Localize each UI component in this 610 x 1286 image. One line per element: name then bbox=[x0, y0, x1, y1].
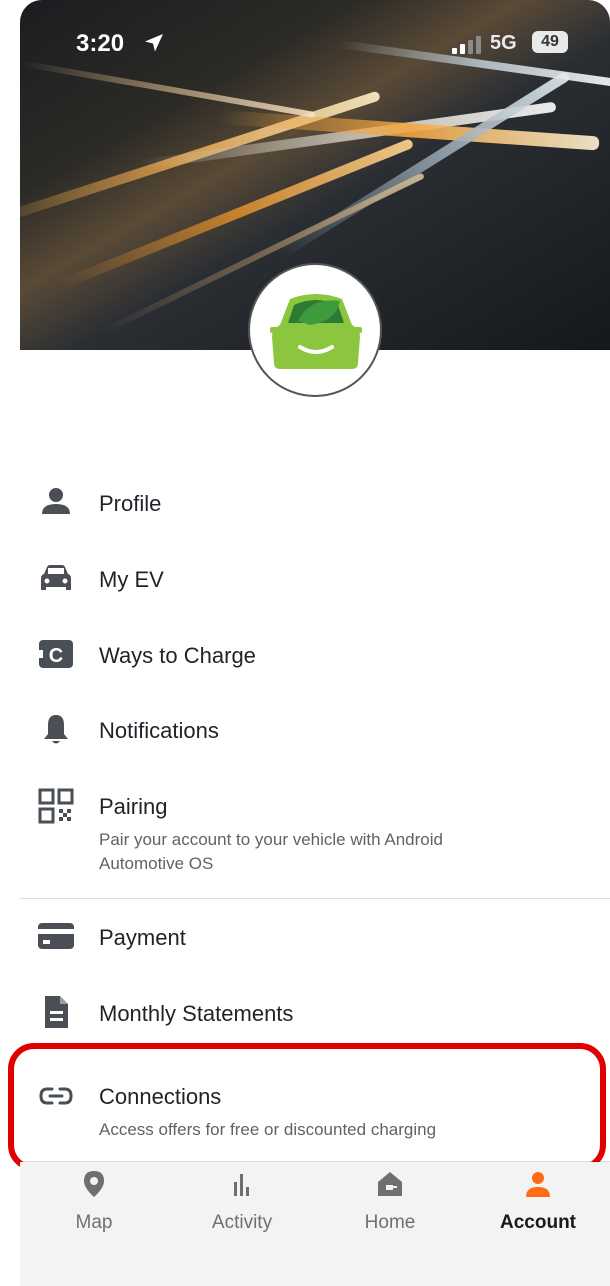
menu-item-label: Pairing bbox=[99, 794, 168, 819]
map-pin-icon bbox=[84, 1171, 104, 1197]
menu-item-subtitle: Pair your account to your vehicle with A… bbox=[99, 830, 443, 873]
document-icon bbox=[45, 996, 68, 1028]
menu-item-label: Profile bbox=[99, 491, 162, 516]
menu-item-label: My EV bbox=[99, 567, 164, 592]
bell-icon bbox=[44, 715, 68, 744]
charge-card-icon: C bbox=[39, 640, 73, 668]
menu-item-payment[interactable]: Payment bbox=[0, 914, 610, 964]
tab-label: Activity bbox=[211, 1212, 273, 1233]
menu-item-pairing[interactable]: Pairing Pair your account to your vehicl… bbox=[0, 784, 610, 884]
menu-item-label: Ways to Charge bbox=[99, 643, 256, 668]
menu-item-label: Monthly Statements bbox=[99, 1001, 294, 1026]
bar-chart-icon bbox=[234, 1174, 249, 1196]
menu-item-my-ev[interactable]: My EV bbox=[0, 556, 610, 606]
status-time: 3:20 bbox=[76, 30, 125, 57]
tab-activity[interactable]: Activity bbox=[168, 1162, 316, 1242]
tab-label: Map bbox=[75, 1212, 113, 1233]
person-icon bbox=[526, 1172, 550, 1197]
menu-item-label: Payment bbox=[99, 925, 186, 950]
signal-icon bbox=[452, 36, 481, 54]
battery-indicator: 49 bbox=[532, 31, 568, 53]
svg-text:C: C bbox=[49, 645, 63, 667]
network-type: 5G bbox=[490, 32, 517, 54]
person-icon bbox=[42, 488, 70, 514]
tab-home[interactable]: Home bbox=[316, 1162, 464, 1242]
tab-map[interactable]: Map bbox=[20, 1162, 168, 1242]
menu-item-profile[interactable]: Profile bbox=[0, 480, 610, 530]
car-icon bbox=[41, 565, 71, 590]
menu-item-notifications[interactable]: Notifications bbox=[0, 708, 610, 758]
menu-item-ways-to-charge[interactable]: C Ways to Charge bbox=[0, 632, 610, 682]
menu-item-monthly-statements[interactable]: Monthly Statements bbox=[0, 990, 610, 1040]
location-arrow-icon bbox=[145, 34, 163, 52]
menu-item-label: Notifications bbox=[99, 718, 219, 743]
home-charger-icon bbox=[378, 1172, 402, 1196]
section-divider bbox=[20, 898, 610, 899]
highlight-outline bbox=[8, 1043, 606, 1171]
credit-card-icon bbox=[38, 923, 74, 949]
tab-label: Home bbox=[364, 1212, 416, 1233]
car-leaf-logo-icon bbox=[270, 294, 362, 369]
qr-code-icon bbox=[38, 788, 74, 824]
status-bar: 3:20 5G 49 bbox=[20, 0, 610, 80]
tab-account[interactable]: Account bbox=[464, 1162, 610, 1242]
bottom-tab-bar: Map Activity Home Account bbox=[20, 1162, 610, 1286]
account-avatar-logo[interactable] bbox=[248, 263, 382, 397]
tab-label: Account bbox=[500, 1212, 576, 1233]
